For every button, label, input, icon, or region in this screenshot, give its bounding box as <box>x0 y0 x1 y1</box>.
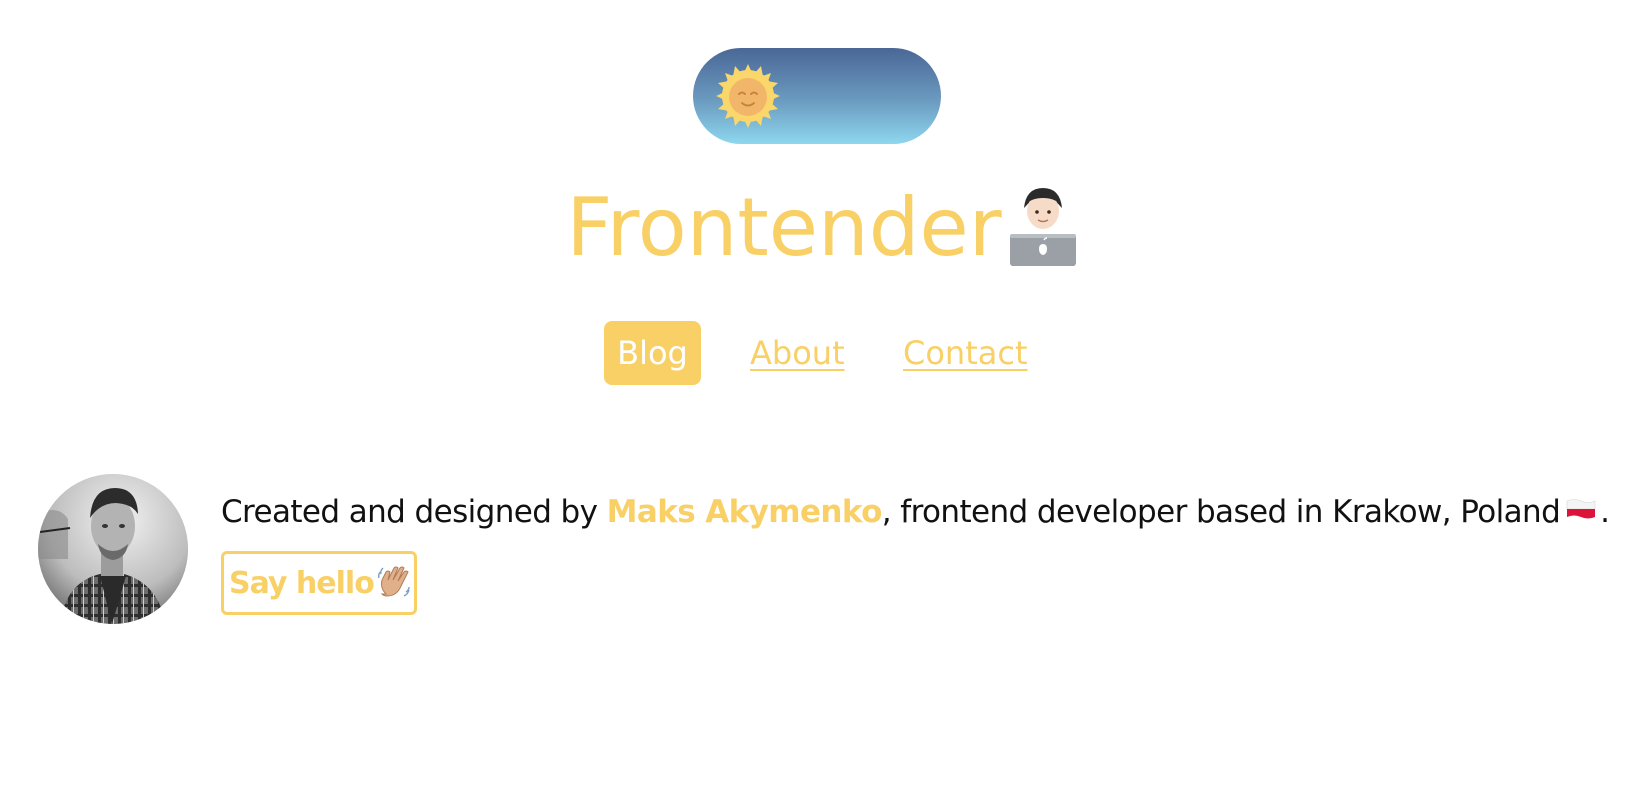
author-link[interactable]: Maks Akymenko <box>607 494 883 530</box>
sun-face-icon <box>716 64 780 128</box>
avatar-photo <box>38 474 188 624</box>
theme-toggle[interactable] <box>693 48 941 144</box>
say-hello-button[interactable]: Say hello <box>221 551 417 615</box>
bio-end: . <box>1600 494 1610 530</box>
author-avatar <box>38 474 188 624</box>
site-title[interactable]: Frontender <box>566 178 1001 278</box>
technologist-laptop-icon <box>1009 188 1076 266</box>
bio-prefix: Created and designed by <box>221 494 607 530</box>
poland-flag-icon <box>1566 498 1596 518</box>
waving-hand-icon <box>377 566 410 597</box>
bio-suffix: , frontend developer based in Krakow, Po… <box>881 494 1561 530</box>
site-header: Frontender <box>0 178 1646 278</box>
nav-item-blog[interactable]: Blog <box>604 321 701 385</box>
bio-text: Created and designed by Maks Akymenko, f… <box>221 490 1610 534</box>
say-hello-label: Say hello <box>229 566 375 601</box>
nav-item-contact[interactable]: Contact <box>903 321 1028 385</box>
main-nav: Blog About Contact <box>0 321 1646 385</box>
nav-item-about[interactable]: About <box>750 321 845 385</box>
